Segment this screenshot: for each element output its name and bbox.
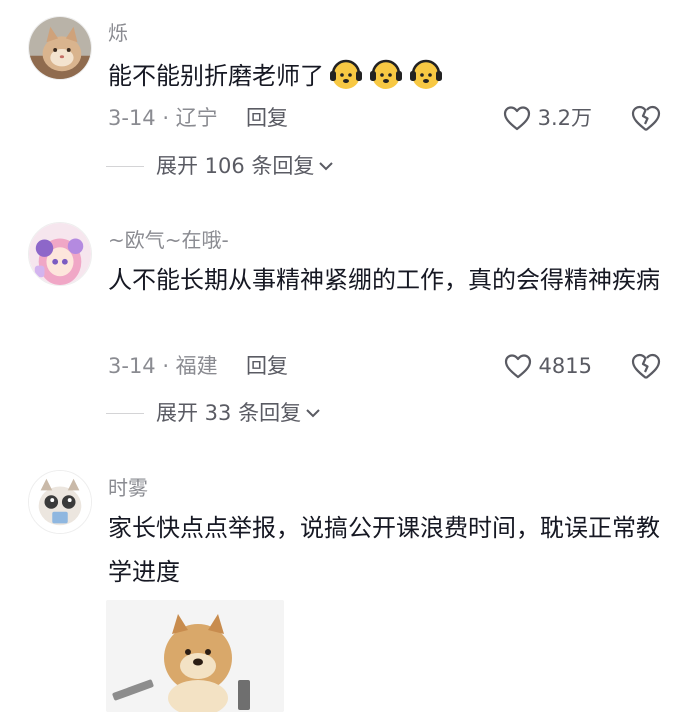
doge-meme-image[interactable] (106, 600, 284, 712)
avatar[interactable] (28, 470, 92, 534)
comment-text: 家长快点点举报，说搞公开课浪费时间，耽误正常教学进度 (108, 514, 660, 586)
comment-item: 时雾 家长快点点举报，说搞公开课浪费时间，耽误正常教学进度 (0, 0, 690, 712)
owl-avatar-image (29, 471, 91, 533)
username[interactable]: 时雾 (108, 475, 148, 501)
